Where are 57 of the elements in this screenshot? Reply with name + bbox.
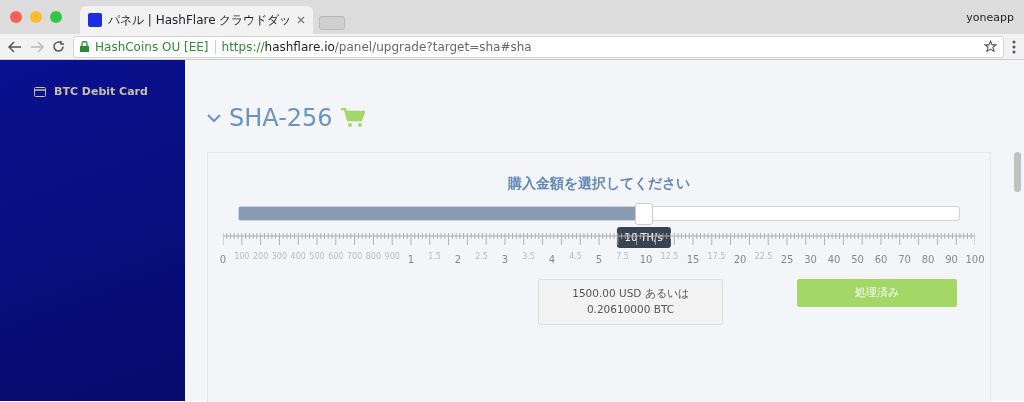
scale-label: 50: [851, 253, 864, 267]
lock-icon: [80, 41, 89, 52]
scale-label: 4.5: [569, 251, 582, 263]
site-logo-icon: [88, 13, 102, 27]
zoom-light-icon[interactable]: [50, 11, 62, 23]
star-icon[interactable]: [984, 40, 997, 53]
scale-label: 7.5: [616, 251, 629, 263]
cart-icon[interactable]: [340, 108, 365, 128]
price-display: 1500.00 USD あるいは 0.20610000 BTC: [538, 279, 723, 325]
chevron-icon[interactable]: [207, 113, 221, 123]
scale-label: 1.5: [428, 251, 441, 263]
scale-label: 20: [733, 253, 747, 267]
profile-name[interactable]: yoneapp: [966, 10, 1014, 27]
scale-label: 200: [252, 251, 269, 263]
back-icon[interactable]: [8, 40, 22, 53]
scale-label: 3: [501, 253, 509, 267]
scale-label: 80: [921, 253, 935, 267]
scale-label: 22.5: [754, 251, 773, 263]
scale-label: 700: [346, 251, 363, 263]
browser-tab[interactable]: パネル | HashFlare クラウドダッ: [80, 6, 314, 34]
scale-label: 17.5: [707, 251, 726, 263]
scale-label: 25: [780, 253, 794, 267]
scale-label: 3.5: [522, 251, 535, 263]
scale-label: 90: [945, 253, 958, 267]
scale-label: 0: [219, 253, 227, 267]
scale-label: 400: [290, 251, 306, 263]
scale-label: 10: [639, 253, 653, 267]
section-title: SHA-256: [229, 103, 333, 134]
scale-label: 70: [898, 253, 911, 267]
scale-label: 100: [965, 253, 985, 267]
address-bar[interactable]: HashCoins OU [EE] https://hashflare.io/panel/upgrade?target=sha#sha: [73, 35, 1004, 58]
scrollbar-thumb[interactable]: [1014, 152, 1021, 192]
menu-icon[interactable]: [1012, 39, 1016, 54]
card-icon: [34, 87, 46, 98]
scale-label: 600: [328, 251, 344, 263]
scale-label: 12.5: [660, 251, 679, 263]
scale-label: 1: [407, 253, 415, 267]
url-text: https://hashflare.io/panel/upgrade?target=sha#sha: [221, 38, 532, 56]
reload-icon[interactable]: [52, 40, 65, 53]
slider-thumb[interactable]: [634, 203, 653, 225]
panel-title: 購入金額を選択してください: [507, 174, 691, 193]
scale-label: 40: [827, 253, 841, 267]
scale-label: 2.5: [475, 251, 488, 263]
scale-label: 5: [595, 253, 603, 267]
scale-label: 15: [686, 253, 700, 267]
scale-label: 900: [384, 251, 400, 263]
close-light-icon[interactable]: [10, 11, 22, 23]
forward-icon[interactable]: [30, 40, 44, 53]
new-tab-button[interactable]: [319, 16, 346, 30]
close-icon[interactable]: [297, 16, 306, 24]
sidebar-item[interactable]: BTC Debit Card: [34, 84, 185, 101]
scale-label: 100: [234, 251, 250, 263]
scale-label: 4: [548, 253, 556, 267]
scale-label: 30: [804, 253, 817, 267]
scale-label: 60: [874, 253, 888, 267]
site-identity: HashCoins OU [EE]: [95, 38, 209, 56]
scale-label: 2: [454, 253, 462, 267]
